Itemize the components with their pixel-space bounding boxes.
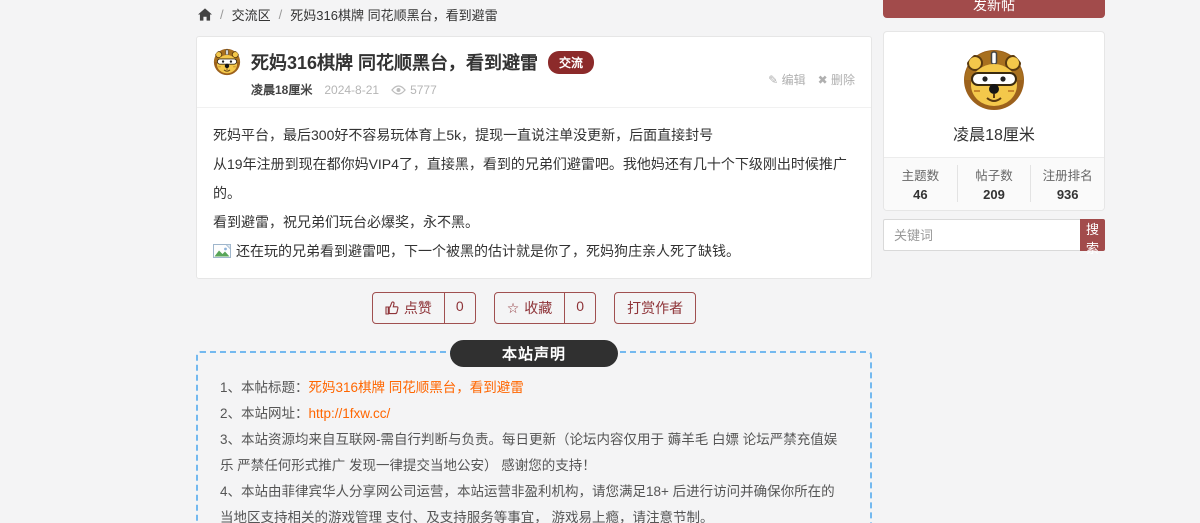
post-meta: 凌晨18厘米 2024-8-21 5777 xyxy=(251,81,855,98)
post-paragraph: 还在玩的兄弟看到避雷吧，下一个被黑的估计就是你了，死妈狗庄亲人死了缺钱。 xyxy=(213,237,855,266)
category-badge[interactable]: 交流 xyxy=(548,50,595,74)
like-button[interactable]: 点赞 0 xyxy=(371,292,476,324)
post-date: 2024-8-21 xyxy=(324,82,380,97)
edit-icon: ✎ xyxy=(768,73,779,87)
page-title: 死妈316棋牌 同花顺黑台，看到避雷 xyxy=(251,53,539,73)
declaration-item: 3、本站资源均来自互联网-需自行判断与负责。每日更新（论坛内容仅用于 薅羊毛 白… xyxy=(220,432,838,473)
post-paragraph: 从19年注册到现在都你妈VIP4了，直接黑，看到的兄弟们避雷吧。我他妈还有几十个… xyxy=(213,156,847,201)
search-button[interactable]: 搜索 xyxy=(1080,219,1105,256)
delete-icon: ✖ xyxy=(817,73,828,87)
author-name[interactable]: 凌晨18厘米 xyxy=(251,81,312,98)
author-avatar-large[interactable] xyxy=(962,48,1026,112)
stat-topics: 主题数 46 xyxy=(884,165,958,202)
sidebar: 发新帖 凌晨18厘米 主题数 46 帖子数 209 注册排名 936 关键词 搜… xyxy=(883,0,1105,256)
stat-register-rank: 注册排名 936 xyxy=(1042,169,1093,202)
view-counter: 5777 xyxy=(391,83,437,97)
site-declaration-box: 本站声明 1、本帖标题：死妈316棋牌 同花顺黑台，看到避雷 2、本站网址：ht… xyxy=(196,340,872,523)
favorite-count: 0 xyxy=(564,293,595,323)
author-profile-card: 凌晨18厘米 主题数 46 帖子数 209 注册排名 936 xyxy=(883,31,1105,211)
stat-posts: 帖子数 209 xyxy=(958,165,1032,202)
main-column: / 交流区 / 死妈316棋牌 同花顺黑台，看到避雷 死妈316棋牌 同花顺黑台… xyxy=(196,0,872,523)
breadcrumb-item-forum[interactable]: 交流区 xyxy=(232,5,271,24)
reward-author-button[interactable]: 打赏作者 xyxy=(614,292,697,324)
post-card: 死妈316棋牌 同花顺黑台，看到避雷 交流 凌晨18厘米 2024-8-21 5… xyxy=(196,36,872,279)
star-icon: ☆ xyxy=(506,299,520,316)
breadcrumb-separator: / xyxy=(220,7,224,22)
declaration-item: 4、本站由菲律宾华人分享网公司运营，本站运营非盈利机构，请您满足18+ 后进行访… xyxy=(220,484,835,523)
delete-button[interactable]: ✖ 删除 xyxy=(818,71,855,88)
action-bar: 点赞 0 ☆ 收藏 0 打赏作者 xyxy=(196,292,872,324)
thumbs-up-icon xyxy=(385,301,399,315)
like-count: 0 xyxy=(443,293,475,323)
post-paragraph: 死妈平台，最后300好不容易玩体育上5k，提现一直说注单没更新，后面直接封号 xyxy=(213,127,714,143)
declaration-item: 1、本帖标题：死妈316棋牌 同花顺黑台，看到避雷 xyxy=(220,380,524,395)
search-input[interactable] xyxy=(883,219,1080,251)
breadcrumb: / 交流区 / 死妈316棋牌 同花顺黑台，看到避雷 xyxy=(196,0,872,36)
declaration-site-link[interactable]: http://1fxw.cc/ xyxy=(309,406,391,421)
search-bar: 搜索 xyxy=(883,219,1105,256)
post-header: 死妈316棋牌 同花顺黑台，看到避雷 交流 凌晨18厘米 2024-8-21 5… xyxy=(197,37,871,108)
profile-stats: 主题数 46 帖子数 209 注册排名 936 xyxy=(884,157,1104,210)
declaration-item: 2、本站网址：http://1fxw.cc/ xyxy=(220,406,391,421)
favorite-button[interactable]: ☆ 收藏 0 xyxy=(493,292,597,324)
eye-icon xyxy=(391,84,406,95)
broken-image-icon xyxy=(213,239,231,258)
edit-button[interactable]: ✎ 编辑 xyxy=(768,71,805,88)
declaration-post-link[interactable]: 死妈316棋牌 同花顺黑台，看到避雷 xyxy=(309,380,524,395)
breadcrumb-item-current: 死妈316棋牌 同花顺黑台，看到避雷 xyxy=(290,8,498,23)
new-post-button[interactable]: 发新帖 xyxy=(883,0,1105,18)
profile-username[interactable]: 凌晨18厘米 xyxy=(884,121,1104,145)
declaration-title: 本站声明 xyxy=(449,340,619,367)
breadcrumb-separator: / xyxy=(278,7,283,22)
post-paragraph: 看到避雷，祝兄弟们玩台必爆奖，永不黑。 xyxy=(213,214,479,230)
post-body: 死妈平台，最后300好不容易玩体育上5k，提现一直说注单没更新，后面直接封号 从… xyxy=(197,108,871,278)
author-avatar-small[interactable] xyxy=(213,48,241,76)
home-icon[interactable] xyxy=(198,8,212,21)
post-operations: ✎ 编辑 ✖ 删除 xyxy=(768,71,855,88)
view-count: 5777 xyxy=(410,82,437,97)
